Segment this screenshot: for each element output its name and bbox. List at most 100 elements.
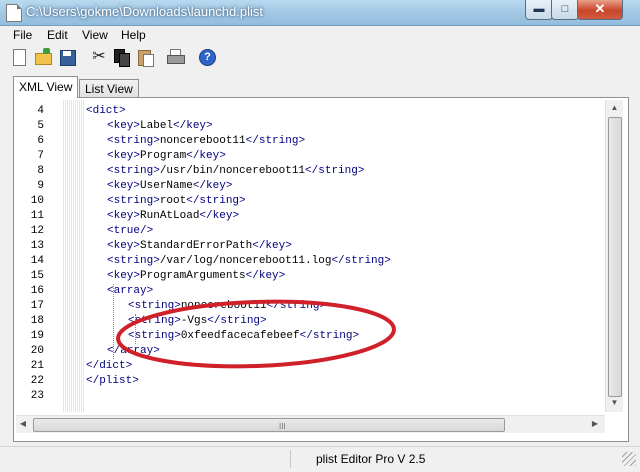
- minimize-button[interactable]: ▬: [525, 0, 553, 20]
- scroll-right-icon[interactable]: ▶: [588, 419, 602, 428]
- code-text: <true/>: [107, 224, 153, 239]
- xml-tag: </string>: [207, 315, 267, 327]
- xml-tag: </array>: [107, 345, 160, 357]
- line-number: 16: [30, 285, 44, 297]
- xml-tag: <true/>: [107, 225, 154, 237]
- code-line[interactable]: 7 <key>Program</key>: [16, 149, 605, 164]
- code-line[interactable]: 10 <string>root</string>: [16, 194, 605, 209]
- code-text: <string>-Vgs</string>: [128, 314, 267, 329]
- line-number: 9: [37, 180, 44, 192]
- line-number: 14: [30, 255, 44, 267]
- open-icon[interactable]: [34, 48, 52, 66]
- scroll-up-icon[interactable]: ▲: [606, 103, 623, 112]
- scroll-down-icon[interactable]: ▼: [606, 398, 623, 407]
- code-text: <dict>: [86, 104, 126, 119]
- close-button[interactable]: ✕: [577, 0, 623, 20]
- new-icon[interactable]: [10, 48, 28, 66]
- save-icon[interactable]: [58, 48, 76, 66]
- xml-tag: <key>: [107, 180, 141, 192]
- xml-tag: </key>: [199, 210, 240, 222]
- xml-tag: </string>: [266, 300, 327, 312]
- app-window: C:\Users\gokme\Downloads\launchd.plist ▬…: [0, 0, 640, 472]
- code-text: </dict>: [86, 359, 132, 374]
- code-line[interactable]: 13 <key>StandardErrorPath</key>: [16, 239, 605, 254]
- window-title: C:\Users\gokme\Downloads\launchd.plist: [26, 4, 263, 19]
- xml-tag: <key>: [107, 210, 141, 222]
- xml-value: StandardErrorPath: [140, 240, 253, 252]
- code-line[interactable]: 15 <key>ProgramArguments</key>: [16, 269, 605, 284]
- code-line[interactable]: 9 <key>UserName</key>: [16, 179, 605, 194]
- code-lines: 4 <dict> 5 <key>Label</key> 6 <string>noncere…: [16, 104, 605, 404]
- line-number: 19: [30, 330, 44, 342]
- cut-icon[interactable]: ✂: [90, 48, 108, 66]
- menu-file[interactable]: File: [13, 28, 32, 42]
- xml-tag: <key>: [107, 270, 141, 282]
- toolbar: ✂ ?: [0, 45, 640, 71]
- code-line[interactable]: 19 <string>0xfeedfacecafebeef</string>: [16, 329, 605, 344]
- code-line[interactable]: 11 <key>RunAtLoad</key>: [16, 209, 605, 224]
- xml-tag: </string>: [186, 195, 246, 207]
- xml-value: /usr/bin/noncereboot11: [159, 165, 306, 177]
- xml-tag: <string>: [128, 300, 181, 312]
- code-text: <key>RunAtLoad</key>: [107, 209, 239, 224]
- code-line[interactable]: 22 </plist>: [16, 374, 605, 389]
- print-icon[interactable]: [166, 48, 185, 66]
- menu-help[interactable]: Help: [121, 28, 146, 42]
- code-text: <string>noncereboot11</string>: [107, 134, 305, 149]
- code-line[interactable]: 5 <key>Label</key>: [16, 119, 605, 134]
- paste-icon[interactable]: [136, 48, 154, 67]
- horizontal-scrollbar[interactable]: ◀ III ▶: [16, 415, 605, 433]
- xml-tag: <string>: [107, 255, 160, 267]
- xml-editor[interactable]: 4 <dict> 5 <key>Label</key> 6 <string>noncere…: [16, 100, 605, 412]
- xml-value: noncereboot11: [180, 300, 267, 312]
- line-number: 13: [30, 240, 44, 252]
- xml-value: UserName: [140, 180, 193, 192]
- code-text: <key>StandardErrorPath</key>: [107, 239, 292, 254]
- code-line[interactable]: 14 <string>/var/log/noncereboot11.log</st…: [16, 254, 605, 269]
- xml-value: -Vgs: [180, 315, 208, 327]
- xml-tag: </key>: [186, 150, 226, 162]
- code-line[interactable]: 4 <dict>: [16, 104, 605, 119]
- xml-tag: </string>: [245, 135, 306, 147]
- code-line[interactable]: 16 <array>: [16, 284, 605, 299]
- xml-tag: <key>: [107, 120, 141, 132]
- code-line[interactable]: 8 <string>/usr/bin/noncereboot11</string>: [16, 164, 605, 179]
- tab-list-view[interactable]: List View: [79, 79, 139, 98]
- line-number: 6: [37, 135, 44, 147]
- line-number: 4: [37, 105, 44, 117]
- line-number: 15: [30, 270, 44, 282]
- line-number: 11: [30, 210, 44, 222]
- vertical-scroll-thumb[interactable]: [608, 117, 622, 397]
- code-line[interactable]: 12 <true/>: [16, 224, 605, 239]
- help-icon[interactable]: ?: [198, 48, 216, 66]
- menu-view[interactable]: View: [82, 28, 108, 42]
- xml-tag: <key>: [107, 240, 141, 252]
- line-number: 22: [30, 375, 44, 387]
- line-number: 18: [30, 315, 44, 327]
- copy-icon[interactable]: [112, 48, 130, 67]
- code-line[interactable]: 17 <string>noncereboot11</string>: [16, 299, 605, 314]
- code-line[interactable]: 21 </dict>: [16, 359, 605, 374]
- code-line[interactable]: 6 <string>noncereboot11</string>: [16, 134, 605, 149]
- xml-tag: </string>: [299, 330, 360, 342]
- line-number: 8: [37, 165, 44, 177]
- code-text: <string>noncereboot11</string>: [128, 299, 326, 314]
- code-text: <string>/usr/bin/noncereboot11</string>: [107, 164, 364, 179]
- code-text: <key>Label</key>: [107, 119, 213, 134]
- code-line[interactable]: 20 </array>: [16, 344, 605, 359]
- resize-grip-icon[interactable]: [622, 452, 636, 466]
- horizontal-scroll-thumb[interactable]: III: [33, 418, 505, 432]
- tab-xml-view[interactable]: XML View: [13, 76, 79, 98]
- xml-tag: <string>: [107, 195, 160, 207]
- code-line[interactable]: 18 <string>-Vgs</string>: [16, 314, 605, 329]
- title-bar[interactable]: C:\Users\gokme\Downloads\launchd.plist ▬…: [0, 0, 640, 26]
- code-line[interactable]: 23: [16, 389, 605, 404]
- maximize-button[interactable]: □: [551, 0, 579, 20]
- menu-edit[interactable]: Edit: [47, 28, 68, 42]
- code-text: <key>UserName</key>: [107, 179, 232, 194]
- scroll-left-icon[interactable]: ◀: [16, 419, 30, 428]
- xml-value: /var/log/noncereboot11.log: [159, 255, 332, 267]
- vertical-scrollbar[interactable]: ▲ ▼: [605, 100, 623, 412]
- xml-tag: </string>: [305, 165, 365, 177]
- xml-tag: </key>: [192, 180, 233, 192]
